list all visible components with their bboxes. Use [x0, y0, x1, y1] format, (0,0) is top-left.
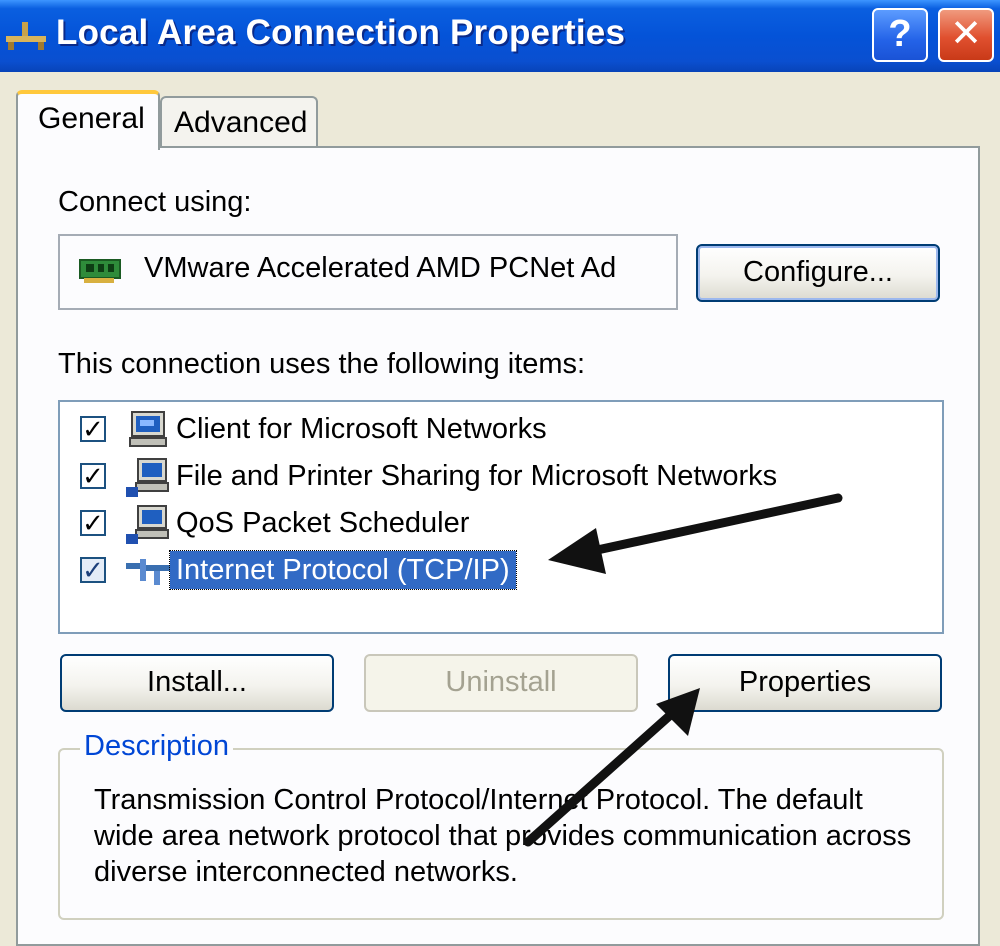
- adapter-name: VMware Accelerated AMD PCNet Ad: [144, 252, 617, 284]
- items-section-label: This connection uses the following items…: [58, 348, 586, 380]
- description-text: Transmission Control Protocol/Internet P…: [94, 784, 912, 888]
- network-service-icon: [126, 458, 169, 497]
- item-label: Internet Protocol (TCP/IP): [169, 550, 517, 590]
- qos-checkbox[interactable]: ✓: [80, 510, 106, 536]
- network-protocol-icon: [126, 559, 170, 585]
- connect-using-label: Connect using:: [58, 186, 252, 218]
- window-title: Local Area Connection Properties: [56, 13, 626, 52]
- tab-advanced[interactable]: Advanced: [160, 96, 318, 148]
- install-button[interactable]: Install...: [60, 654, 334, 712]
- item-label: File and Printer Sharing for Microsoft N…: [176, 460, 778, 492]
- network-connection-icon: [6, 22, 46, 50]
- tcpip-checkbox[interactable]: ✓: [80, 557, 106, 583]
- close-button[interactable]: ✕: [938, 8, 994, 62]
- title-bar[interactable]: Local Area Connection Properties ? ✕: [0, 0, 1000, 72]
- item-label: QoS Packet Scheduler: [176, 507, 470, 539]
- network-service-icon: [126, 505, 169, 544]
- list-item[interactable]: ✓ Internet Protocol (TCP/IP): [60, 549, 940, 595]
- adapter-field: VMware Accelerated AMD PCNet Ad: [58, 234, 678, 310]
- help-button[interactable]: ?: [872, 8, 928, 62]
- network-card-icon: [79, 259, 121, 283]
- general-tab-panel: Connect using: VMware Accelerated AMD PC…: [16, 146, 980, 946]
- description-legend: Description: [80, 730, 234, 763]
- file-printer-sharing-checkbox[interactable]: ✓: [80, 463, 106, 489]
- tab-general[interactable]: General: [16, 90, 160, 150]
- item-label: Client for Microsoft Networks: [176, 413, 547, 445]
- list-item[interactable]: ✓ Client for Microsoft Networks: [60, 408, 940, 454]
- client-checkbox[interactable]: ✓: [80, 416, 106, 442]
- list-item[interactable]: ✓ QoS Packet Scheduler: [60, 502, 940, 548]
- properties-button[interactable]: Properties: [668, 654, 942, 712]
- components-list[interactable]: ✓ Client for Microsoft Networks ✓ File a…: [58, 400, 944, 634]
- network-client-icon: [129, 411, 167, 447]
- list-item[interactable]: ✓ File and Printer Sharing for Microsoft…: [60, 455, 940, 501]
- uninstall-button[interactable]: Uninstall: [364, 654, 638, 712]
- description-group: Description Transmission Control Protoco…: [58, 730, 944, 920]
- configure-button[interactable]: Configure...: [696, 244, 940, 302]
